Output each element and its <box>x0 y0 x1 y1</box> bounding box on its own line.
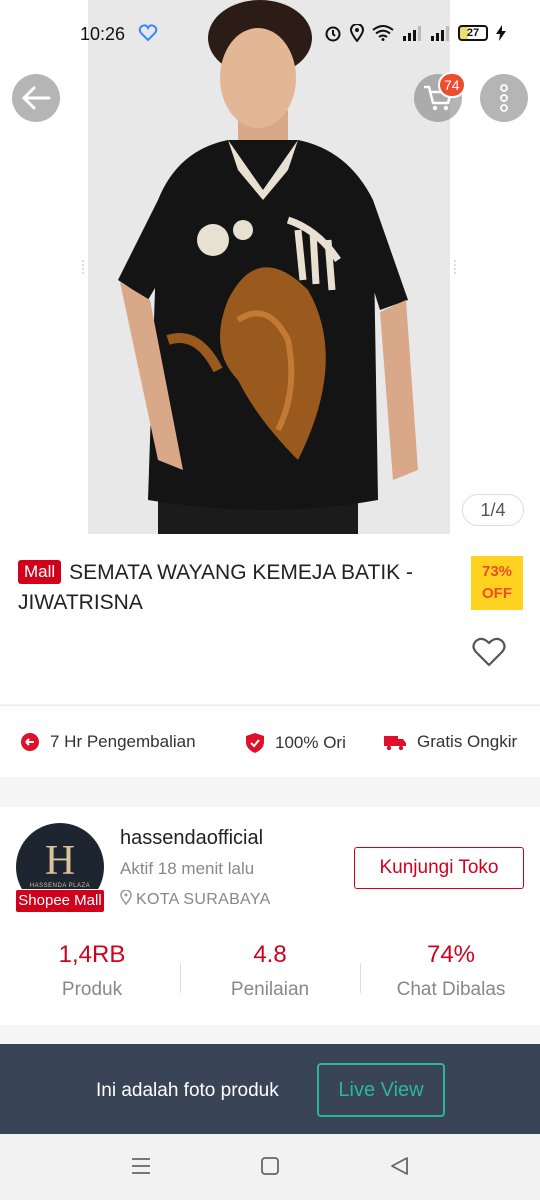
guarantee-shipping[interactable]: Gratis Ongkir <box>383 732 517 752</box>
discount-badge: 73% OFF <box>471 556 523 610</box>
wishlist-heart-icon[interactable] <box>472 636 506 668</box>
return-icon <box>21 733 39 751</box>
charging-icon <box>496 25 506 41</box>
live-view-text: Ini adalah foto produk <box>96 1080 279 1101</box>
stat-label: Penilaian <box>230 979 310 1000</box>
product-title-section: Mall SEMATA WAYANG KEMEJA BATIK - JIWATRI… <box>0 540 540 704</box>
guarantee-original[interactable]: 100% Ori <box>245 732 346 754</box>
shop-section: H HASSENDA PLAZA Shopee Mall hassendaoff… <box>0 807 540 1025</box>
image-counter: 1/4 <box>462 494 524 526</box>
status-icons: 27 <box>324 24 506 42</box>
shop-location: KOTA SURABAYA <box>120 889 271 909</box>
battery-icon: 27 <box>458 25 488 41</box>
app-notification-icon <box>138 24 158 47</box>
discount-percent: 73% <box>481 563 513 580</box>
cart-count-badge: 74 <box>438 72 466 98</box>
shield-check-icon <box>246 733 264 753</box>
home-square-icon[interactable] <box>260 1156 280 1176</box>
back-button[interactable] <box>12 74 60 122</box>
location-pin-icon <box>120 889 132 906</box>
guarantee-label: Gratis Ongkir <box>417 732 518 751</box>
menu-icon[interactable] <box>131 1156 151 1176</box>
guarantee-label: 7 Hr Pengembalian <box>50 732 196 751</box>
alarm-icon <box>325 26 341 42</box>
stat-label: Chat Dibalas <box>396 979 506 1000</box>
stat-label: Produk <box>61 979 123 1000</box>
stat-value: 74% <box>426 941 476 968</box>
more-vertical-icon <box>500 84 508 112</box>
visit-shop-button[interactable]: Kunjungi Toko <box>354 847 524 889</box>
guarantee-return[interactable]: 7 Hr Pengembalian <box>20 732 196 752</box>
shop-stat-chat[interactable]: 74% Chat Dibalas <box>361 941 540 1001</box>
guarantee-bar[interactable]: 7 Hr Pengembalian 100% Ori Gratis Ongkir <box>0 705 540 777</box>
product-photo[interactable] <box>88 0 450 534</box>
truck-icon <box>384 736 406 751</box>
shop-name[interactable]: hassendaofficial <box>120 827 263 850</box>
more-options-button[interactable] <box>480 74 528 122</box>
arrow-left-icon <box>21 86 51 110</box>
image-edge-marker <box>82 260 86 274</box>
product-title-block: Mall SEMATA WAYANG KEMEJA BATIK - JIWATRI… <box>18 558 466 618</box>
shop-stat-products[interactable]: 1,4RB Produk <box>2 941 182 1001</box>
discount-label: OFF <box>482 585 512 602</box>
back-triangle-icon[interactable] <box>389 1156 409 1176</box>
live-view-banner: Ini adalah foto produk Live View <box>0 1044 540 1134</box>
status-bar: 10:26 27 <box>0 0 540 68</box>
mall-badge: Mall <box>18 560 62 584</box>
shop-stat-rating[interactable]: 4.8 Penilaian <box>180 941 360 1001</box>
image-edge-marker <box>454 260 458 274</box>
shop-logo-letter: H <box>44 838 76 884</box>
shopee-mall-badge: Shopee Mall <box>15 889 105 913</box>
guarantee-label: 100% Ori <box>275 733 346 752</box>
product-title: SEMATA WAYANG KEMEJA BATIK - JIWATRISNA <box>18 561 414 614</box>
system-navigation-bar <box>0 1134 540 1200</box>
signal-icon <box>403 26 421 41</box>
live-view-button[interactable]: Live View <box>317 1063 445 1117</box>
status-time: 10:26 <box>80 24 126 44</box>
wifi-icon <box>372 25 394 41</box>
signal-icon <box>431 26 449 41</box>
location-icon <box>350 24 364 42</box>
stat-value: 1,4RB <box>58 941 126 968</box>
stat-value: 4.8 <box>253 941 287 968</box>
shop-active-status: Aktif 18 menit lalu <box>120 859 255 878</box>
shop-location-text: KOTA SURABAYA <box>136 891 271 908</box>
